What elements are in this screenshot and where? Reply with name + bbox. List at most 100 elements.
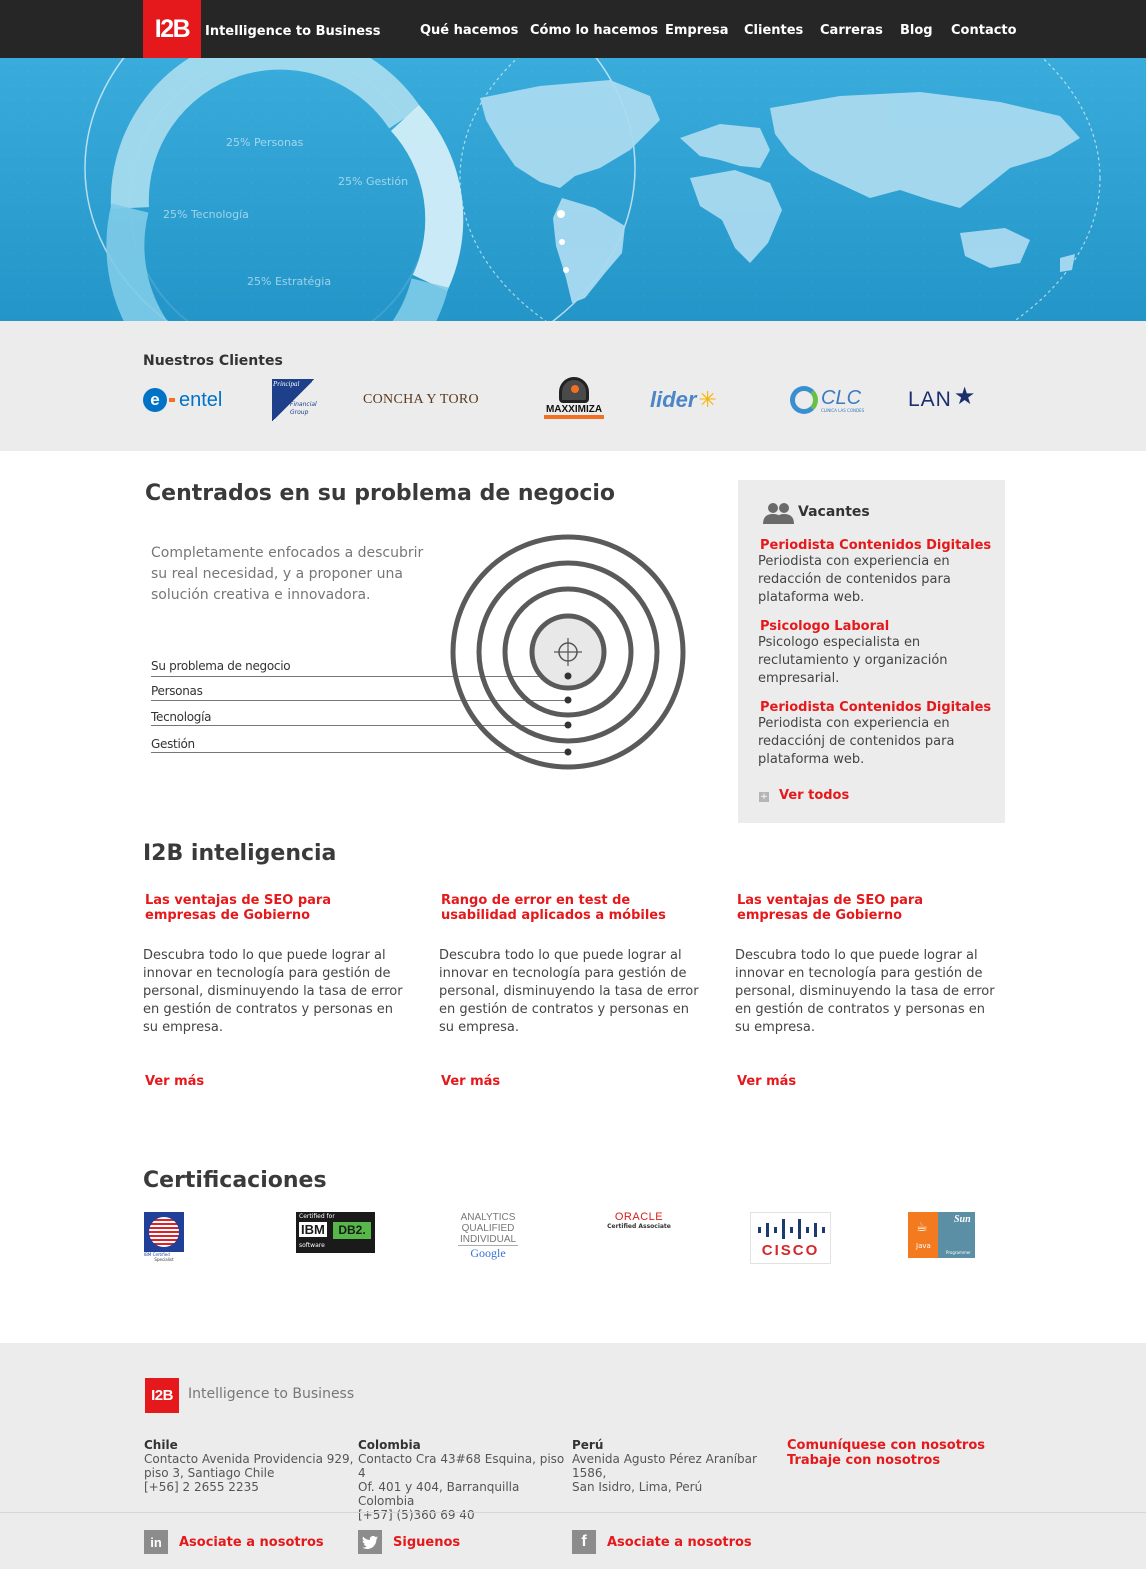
principal-mark-icon: Principal Financial Group [272,379,317,421]
client-logo-maxximiza[interactable]: MAXXIMIZA [544,373,604,427]
vacante-link-1[interactable]: Periodista Contenidos Digitales [760,538,991,553]
principal-sub2: Group [290,409,309,416]
maxximiza-target-icon [559,377,589,403]
client-logo-entel[interactable]: e entel [143,377,222,423]
nav-que-hacemos[interactable]: Qué hacemos [420,23,518,38]
inteligencia-title: I2B inteligencia [143,841,337,866]
social-twitter-link[interactable]: Siguenos [358,1530,460,1554]
article-body-2: Descubra todo lo que puede lograr al inn… [439,948,699,1035]
layer-label-gestion: Gestión [151,737,195,751]
social-linkedin-label: Asociate a nosotros [179,1534,324,1550]
oracle-wordmark: ORACLE [614,1211,664,1223]
vacantes-panel: Vacantes Periodista Contenidos Digitales… [738,480,1005,823]
oracle-certified-associate: Certified Associate [607,1223,671,1230]
users-icon [762,502,796,524]
office-colombia-phone: [+57] (5)360 69 40 [358,1508,475,1522]
hero-graphic [84,58,1101,321]
hero-banner: 25% Personas 25% Gestión 25% Tecnología … [0,58,1146,321]
article-body-3: Descubra todo lo que puede lograr al inn… [735,948,995,1035]
lider-spark-icon: ✳ [698,387,717,413]
nav-contacto[interactable]: Contacto [951,23,1017,38]
donut-label-personas: 25% Personas [226,136,304,149]
social-linkedin-link[interactable]: in Asociate a nosotros [144,1530,324,1554]
maxximiza-wordmark: MAXXIMIZA [545,404,603,415]
clients-strip: Nuestros Clientes e entel Principal Fina… [0,321,1146,451]
vacante-desc-1: Periodista con experiencia en redacción … [758,554,951,605]
main-nav: Qué hacemos Cómo lo hacemos Empresa Clie… [0,23,1146,43]
footer-i2b-logo[interactable]: I2B [145,1378,179,1413]
social-facebook-label: Asociate a nosotros [607,1534,752,1550]
db2-certified-for: Certified for [299,1213,335,1220]
facebook-icon: f [572,1530,596,1554]
entel-wordmark: entel [179,388,223,411]
article-title-3[interactable]: Las ventajas de SEO para empresas de Gob… [737,893,997,923]
client-logo-lider[interactable]: lider ✳ [650,377,717,423]
office-chile-l2: piso 3, Santiago Chile [144,1466,275,1480]
nav-clientes[interactable]: Clientes [744,23,803,38]
clc-cross-icon [790,386,818,414]
lan-star-icon: ★ [953,382,976,410]
cisco-wordmark: CISCO [761,1242,820,1259]
article-body-1: Descubra todo lo que puede lograr al inn… [143,948,403,1035]
footer-divider [0,1512,1146,1513]
client-logo-concha-y-toro[interactable]: CONCHA Y TORO [363,377,479,423]
footer-contact-link[interactable]: Comuníquese con nosotros [787,1438,985,1453]
client-logo-lan[interactable]: LAN ★ [908,377,975,423]
sun-wordmark: Sun [954,1214,971,1225]
office-peru: Perú Avenida Agusto Pérez Araníbar 1586,… [572,1438,782,1494]
article-more-3[interactable]: Ver más [737,1074,796,1089]
clc-wordmark: CLC [821,386,862,409]
vacante-link-3[interactable]: Periodista Contenidos Digitales [760,700,991,715]
vacantes-title: Vacantes [798,504,870,520]
article-more-1[interactable]: Ver más [145,1074,204,1089]
cert-sun-java: ☕ Sun Java Programmer [908,1212,975,1258]
office-chile-country: Chile [144,1438,178,1452]
ga-line3: INDIVIDUAL [458,1234,518,1246]
ibm-specialist-label: Specialist [154,1257,174,1262]
lider-wordmark: lider [650,387,697,412]
problema-intro: Completamente enfocados a descubrir su r… [151,545,424,603]
top-navbar: I2B Intelligence to Business Qué hacemos… [0,0,1146,58]
nav-blog[interactable]: Blog [900,23,933,38]
cert-oracle: ORACLE Certified Associate [607,1211,671,1237]
facebook-glyph: f [581,1533,587,1550]
twitter-icon [358,1530,382,1554]
linkedin-icon: in [144,1530,168,1554]
social-twitter-label: Siguenos [393,1534,461,1550]
principal-sub1: Financial [290,401,317,408]
office-peru-country: Perú [572,1438,604,1452]
db2-software: software [299,1242,325,1249]
nav-carreras[interactable]: Carreras [820,23,883,38]
clc-sub: CLINICA LAS CONDES [821,407,865,413]
donut-label-estrategia: 25% Estratégia [247,275,332,288]
office-colombia-l1: Contacto Cra 43#68 Esquina, piso 4 [358,1452,565,1480]
footer-jobs-link[interactable]: Trabaje con nosotros [787,1453,940,1468]
maxximiza-mark-icon: MAXXIMIZA [544,377,604,423]
social-facebook-link[interactable]: f Asociate a nosotros [572,1530,752,1554]
nav-empresa[interactable]: Empresa [665,23,728,38]
office-colombia: Colombia Contacto Cra 43#68 Esquina, pis… [358,1438,568,1522]
footer-tagline: Intelligence to Business [188,1386,355,1402]
client-logo-principal[interactable]: Principal Financial Group [272,377,317,423]
cert-google-analytics: ANALYTICS QUALIFIED INDIVIDUAL Google [458,1212,518,1270]
vacante-link-2[interactable]: Psicologo Laboral [760,619,889,634]
donut-label-gestion: 25% Gestión [338,175,409,188]
vacante-desc-3: Periodista con experiencia en redacciónj… [758,716,955,767]
article-more-2[interactable]: Ver más [441,1074,500,1089]
plus-icon: + [759,792,769,802]
office-chile-phone: [+56] 2 2655 2235 [144,1480,259,1494]
nav-como-lo-hacemos[interactable]: Cómo lo hacemos [530,23,658,38]
cert-ibm-db2: Certified for IBM DB2. software [296,1212,375,1253]
layer-label-tecnologia: Tecnología [151,710,212,724]
article-title-2[interactable]: Rango de error en test de usabilidad apl… [441,893,701,923]
ver-todos-link[interactable]: Ver todos [779,788,849,803]
vacante-desc-2: Psicologo especialista en reclutamiento … [758,635,948,686]
lan-wordmark: LAN [908,388,952,411]
concha-y-toro-wordmark: CONCHA Y TORO [363,392,479,407]
ga-line2: QUALIFIED [461,1223,515,1234]
article-title-1[interactable]: Las ventajas de SEO para empresas de Gob… [145,893,405,923]
clients-title: Nuestros Clientes [143,353,283,369]
ga-line1: ANALYTICS [460,1212,516,1223]
target-diagram [450,534,686,770]
client-logo-clc[interactable]: CLC CLINICA LAS CONDES [790,377,864,423]
